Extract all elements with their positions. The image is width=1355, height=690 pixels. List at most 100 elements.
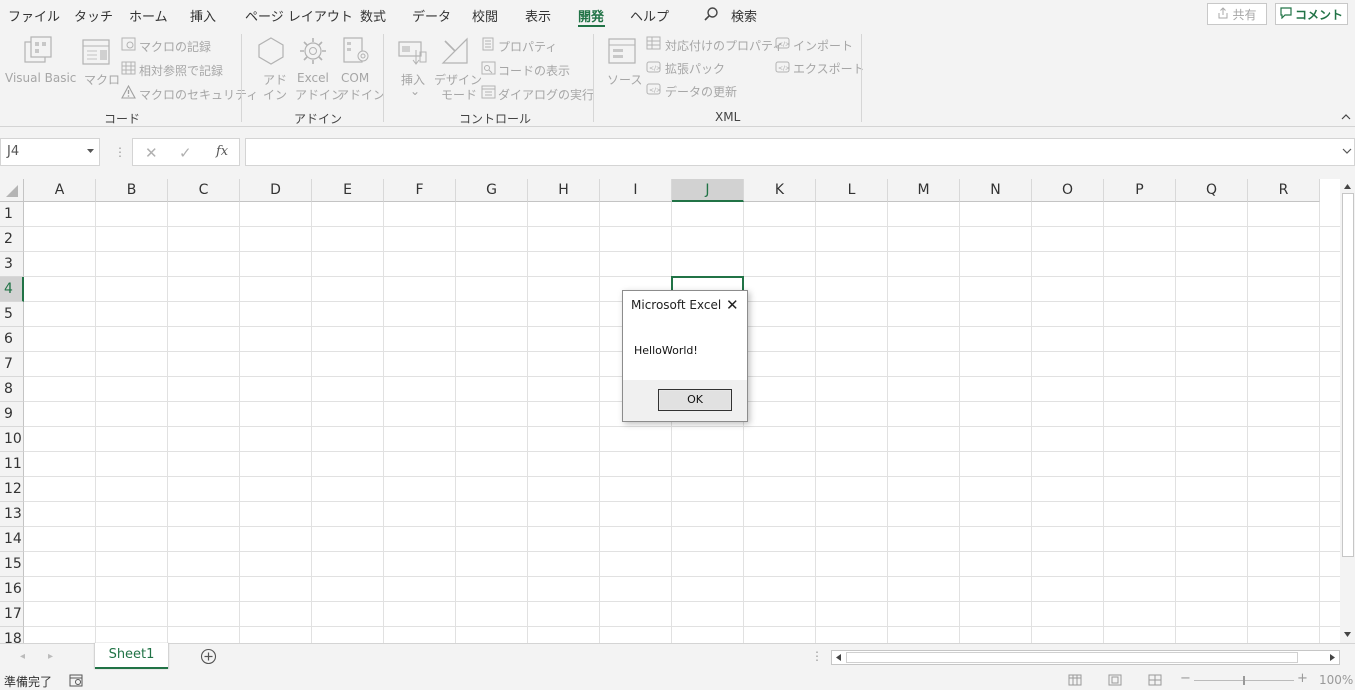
prev-sheet-icon[interactable]: ◂: [20, 651, 25, 662]
menu-data[interactable]: データ: [412, 6, 451, 25]
design-mode-icon[interactable]: [440, 36, 470, 66]
record-macro-button[interactable]: マクロの記録: [139, 38, 211, 55]
row-header-18[interactable]: 18: [0, 627, 24, 643]
row-header-17[interactable]: 17: [0, 602, 24, 627]
name-box[interactable]: J4: [0, 138, 100, 166]
column-header-n[interactable]: N: [960, 179, 1032, 202]
relative-reference-button[interactable]: 相対参照で記録: [139, 62, 223, 79]
zoom-level[interactable]: 100%: [1319, 673, 1353, 687]
row-header-11[interactable]: 11: [0, 452, 24, 477]
expand-formula-icon[interactable]: [1342, 148, 1352, 155]
column-header-m[interactable]: M: [888, 179, 960, 202]
run-dialog-button[interactable]: ダイアログの実行: [498, 86, 594, 103]
row-header-9[interactable]: 9: [0, 402, 24, 427]
add-sheet-icon[interactable]: [200, 648, 217, 665]
zoom-in-icon[interactable]: +: [1297, 671, 1308, 686]
collapse-ribbon-icon[interactable]: [1340, 112, 1352, 122]
sheet-tab-sheet1[interactable]: Sheet1: [95, 643, 168, 669]
excel-addin-label-2[interactable]: アドイン: [295, 86, 343, 103]
row-header-5[interactable]: 5: [0, 302, 24, 327]
row-header-4[interactable]: 4: [0, 277, 24, 302]
column-header-p[interactable]: P: [1104, 179, 1176, 202]
column-header-b[interactable]: B: [96, 179, 168, 202]
com-addin-label-1[interactable]: COM: [341, 71, 369, 85]
normal-view-icon[interactable]: [1068, 674, 1082, 686]
column-header-c[interactable]: C: [168, 179, 240, 202]
insert-function-icon[interactable]: fx: [216, 144, 228, 159]
column-header-q[interactable]: Q: [1176, 179, 1248, 202]
scroll-right-icon[interactable]: [1329, 653, 1336, 662]
row-header-7[interactable]: 7: [0, 352, 24, 377]
com-addin-icon[interactable]: [341, 36, 371, 66]
tab-splitter-icon[interactable]: ⋮: [811, 649, 823, 663]
column-header-k[interactable]: K: [744, 179, 816, 202]
row-header-1[interactable]: 1: [0, 202, 24, 227]
row-header-16[interactable]: 16: [0, 577, 24, 602]
column-header-g[interactable]: G: [456, 179, 528, 202]
name-box-dropdown-icon[interactable]: [86, 148, 95, 154]
insert-control-icon[interactable]: [398, 38, 428, 66]
column-header-a[interactable]: A: [24, 179, 96, 202]
addin-label-2[interactable]: イン: [263, 86, 287, 103]
column-header-h[interactable]: H: [528, 179, 600, 202]
excel-addin-icon[interactable]: [298, 36, 328, 66]
menu-developer[interactable]: 開発: [578, 6, 604, 25]
menu-home[interactable]: ホーム: [129, 6, 168, 25]
column-header-d[interactable]: D: [240, 179, 312, 202]
scroll-left-icon[interactable]: [835, 653, 842, 662]
vertical-scroll-thumb[interactable]: [1342, 193, 1354, 557]
row-header-6[interactable]: 6: [0, 327, 24, 352]
row-header-8[interactable]: 8: [0, 377, 24, 402]
page-layout-view-icon[interactable]: [1108, 674, 1122, 686]
menu-page-layout[interactable]: ページ レイアウト: [245, 6, 353, 25]
row-header-15[interactable]: 15: [0, 552, 24, 577]
com-addin-label-2[interactable]: アドイン: [337, 86, 385, 103]
more-options-icon[interactable]: ⋮: [114, 145, 126, 159]
macro-record-status-icon[interactable]: [69, 674, 84, 687]
zoom-out-icon[interactable]: −: [1180, 671, 1191, 686]
xml-source-button[interactable]: ソース: [607, 71, 642, 88]
addin-icon[interactable]: [256, 36, 286, 66]
view-code-button[interactable]: コードの表示: [498, 62, 570, 79]
comment-button[interactable]: コメント: [1275, 3, 1348, 25]
zoom-slider-thumb[interactable]: [1243, 676, 1245, 685]
export-button[interactable]: エクスポート: [793, 60, 865, 77]
column-header-f[interactable]: F: [384, 179, 456, 202]
column-header-l[interactable]: L: [816, 179, 888, 202]
share-button[interactable]: 共有: [1207, 3, 1267, 25]
menu-review[interactable]: 校閲: [472, 6, 498, 25]
row-header-10[interactable]: 10: [0, 427, 24, 452]
column-header-r[interactable]: R: [1248, 179, 1320, 202]
scroll-up-icon[interactable]: [1343, 182, 1352, 190]
import-button[interactable]: インポート: [793, 37, 853, 54]
menu-formulas[interactable]: 数式: [360, 6, 386, 25]
select-all-corner[interactable]: [0, 179, 24, 202]
horizontal-scrollbar[interactable]: [831, 650, 1340, 665]
macro-icon[interactable]: [82, 38, 112, 68]
column-header-i[interactable]: I: [600, 179, 672, 202]
page-break-view-icon[interactable]: [1148, 674, 1162, 686]
next-sheet-icon[interactable]: ▸: [48, 651, 53, 662]
formula-input[interactable]: [245, 138, 1355, 166]
column-header-o[interactable]: O: [1032, 179, 1104, 202]
expansion-pack-button[interactable]: 拡張パック: [665, 60, 725, 77]
column-header-j[interactable]: J: [672, 179, 744, 202]
visual-basic-button[interactable]: Visual Basic: [5, 71, 76, 85]
cancel-icon[interactable]: ✕: [145, 144, 158, 162]
map-properties-button[interactable]: 対応付けのプロパティ: [665, 37, 784, 54]
row-header-3[interactable]: 3: [0, 252, 24, 277]
visual-basic-icon[interactable]: [22, 36, 54, 66]
vertical-scrollbar[interactable]: [1340, 179, 1355, 643]
close-icon[interactable]: ✕: [726, 296, 739, 314]
enter-check-icon[interactable]: ✓: [179, 144, 192, 162]
xml-source-icon[interactable]: [607, 37, 637, 67]
scroll-down-icon[interactable]: [1343, 631, 1352, 639]
menu-touch[interactable]: タッチ: [74, 6, 113, 25]
menu-help[interactable]: ヘルプ: [630, 6, 669, 25]
chevron-down-icon[interactable]: ⌄: [410, 84, 420, 98]
column-header-e[interactable]: E: [312, 179, 384, 202]
ok-button[interactable]: OK: [658, 389, 732, 411]
properties-button[interactable]: プロパティ: [498, 38, 557, 55]
horizontal-scroll-thumb[interactable]: [846, 652, 1298, 663]
row-header-2[interactable]: 2: [0, 227, 24, 252]
